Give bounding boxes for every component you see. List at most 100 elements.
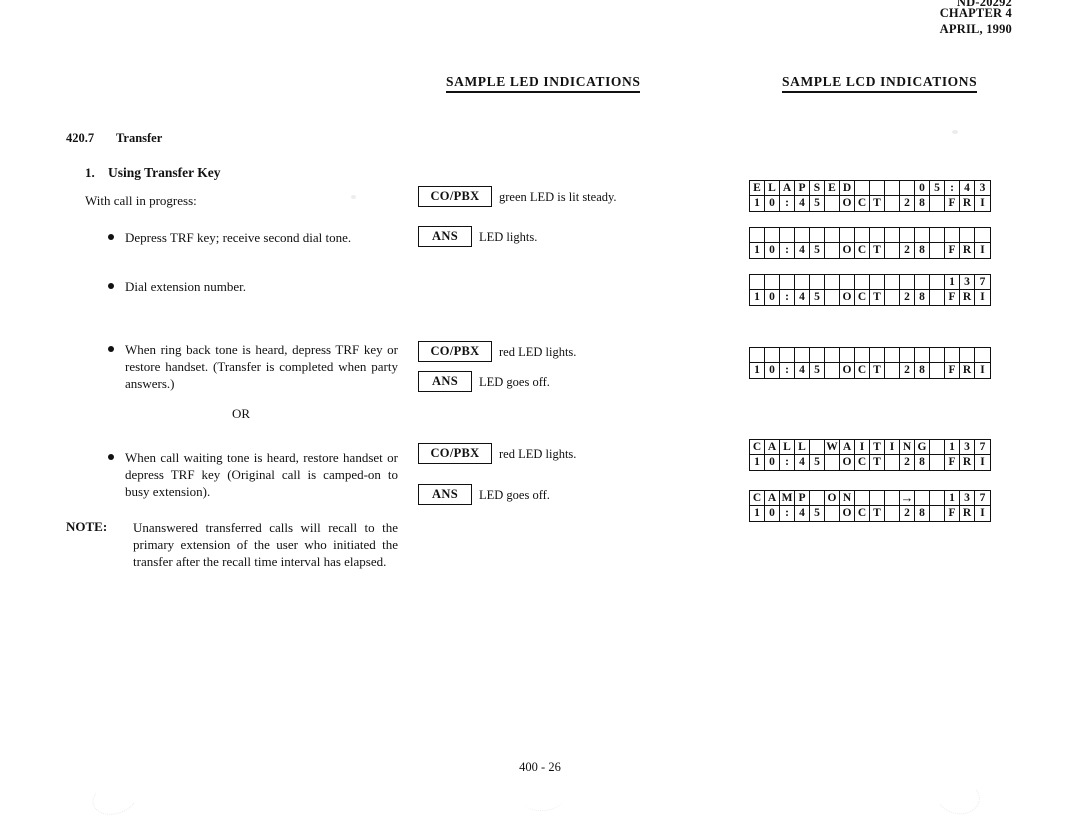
lcd-cell: A [765, 491, 780, 506]
lcd-cell [900, 228, 915, 243]
lcd-cell [870, 228, 885, 243]
lcd-cell: 4 [795, 290, 810, 305]
lcd-cell [915, 228, 930, 243]
bullet-dot-icon [108, 283, 114, 289]
lcd-cell: 2 [900, 243, 915, 258]
lcd-cell: 8 [915, 196, 930, 211]
lcd-cell [960, 228, 975, 243]
lcd-cell: C [855, 196, 870, 211]
document-header: ND-20292 CHAPTER 4 APRIL, 1990 [940, 0, 1012, 37]
lcd-cell: A [780, 181, 795, 196]
led-indication-row: CO/PBX green LED is lit steady. [418, 186, 617, 207]
lcd-cell [855, 228, 870, 243]
led-key-label: ANS [418, 226, 472, 247]
lcd-cell: N [900, 440, 915, 455]
item-title: Using Transfer Key [108, 165, 221, 180]
lcd-cell: 5 [810, 290, 825, 305]
lcd-cell [870, 491, 885, 506]
list-item-text: When ring back tone is heard, depress TR… [125, 342, 398, 391]
lcd-cell: 0 [765, 363, 780, 378]
lcd-line-2: 10:45OCT28FRI [750, 363, 990, 378]
lcd-cell: E [750, 181, 765, 196]
lcd-cell: F [945, 243, 960, 258]
lcd-cell: T [870, 196, 885, 211]
lcd-cell: R [960, 290, 975, 305]
lcd-cell: C [855, 363, 870, 378]
lcd-cell: 4 [795, 455, 810, 470]
lcd-cell [900, 181, 915, 196]
lcd-cell: S [810, 181, 825, 196]
led-indication-group: CO/PBX red LED lights. ANS LED goes off. [418, 341, 576, 401]
lcd-cell: 1 [750, 506, 765, 521]
lcd-cell: R [960, 506, 975, 521]
lcd-cell [855, 181, 870, 196]
list-item: Depress TRF key; receive second dial ton… [108, 229, 398, 246]
led-indication-group: CO/PBX red LED lights. ANS LED goes off. [418, 443, 576, 514]
lcd-line-2: 10:45OCT28FRI [750, 455, 990, 470]
lcd-cell: C [750, 440, 765, 455]
lcd-cell: F [945, 363, 960, 378]
camp-on-display: C A M P O N → 1 3 7 1 0:4 5 O C T 2 8 F R I [749, 490, 991, 522]
lcd-cell: 5 [930, 181, 945, 196]
lcd-cell: G [915, 440, 930, 455]
lcd-cell [810, 228, 825, 243]
lcd-cell: L [780, 440, 795, 455]
list-item-text: When call waiting tone is heard, restore… [125, 450, 398, 499]
lcd-cell: T [870, 506, 885, 521]
lcd-cell: F [945, 196, 960, 211]
lcd-line-1: CALLWAITING137 [750, 440, 990, 455]
lcd-cell: L [765, 181, 780, 196]
lcd-cell [930, 275, 945, 290]
lcd-cell: O [840, 196, 855, 211]
lcd-cell [975, 348, 990, 363]
lcd-cell: O [825, 491, 840, 506]
lcd-cell [765, 348, 780, 363]
lcd-cell [930, 348, 945, 363]
lcd-cell: 2 [900, 506, 915, 521]
lcd-cell [975, 228, 990, 243]
lcd-cell [825, 348, 840, 363]
lcd-cell [825, 196, 840, 211]
lcd-cell: 7 [975, 440, 990, 455]
led-state-description: LED lights. [479, 229, 538, 244]
lcd-cell: 3 [960, 491, 975, 506]
lcd-cell [945, 348, 960, 363]
call-waiting-display: CALLWAITING13710:45OCT28FRI [749, 439, 991, 471]
lcd-cell: 0 [765, 290, 780, 305]
lcd-line-2: 10:45OCT28FRI [750, 196, 990, 211]
lcd-cell: P [795, 491, 810, 506]
lcd-cell [810, 491, 825, 506]
lcd-cell: O [840, 506, 855, 521]
list-item-text: Dial extension number. [125, 279, 246, 294]
lcd-cell: C [855, 455, 870, 470]
lcd-line-1 [750, 228, 990, 243]
lcd-cell [780, 348, 795, 363]
lcd-cell: 3 [960, 440, 975, 455]
lcd-cell: D [840, 181, 855, 196]
lcd-cell: P [795, 181, 810, 196]
lcd-cell: : [780, 506, 795, 521]
lcd-cell [825, 275, 840, 290]
lcd-cell: 2 [900, 290, 915, 305]
lcd-cell: : [780, 363, 795, 378]
lcd-line-1 [750, 348, 990, 363]
lcd-cell: O [840, 363, 855, 378]
lcd-cell: 4 [795, 243, 810, 258]
lcd-cell: T [870, 290, 885, 305]
lcd-cell: 8 [915, 290, 930, 305]
lcd-cell: 1 [945, 440, 960, 455]
lcd-cell [840, 228, 855, 243]
lcd-cell: O [840, 290, 855, 305]
chapter-label: CHAPTER 4 [939, 6, 1012, 20]
lcd-cell [885, 181, 900, 196]
lcd-cell [750, 348, 765, 363]
lcd-cell: 2 [900, 455, 915, 470]
lcd-cell: 4 [795, 363, 810, 378]
lcd-cell [825, 363, 840, 378]
or-separator: OR [232, 406, 251, 421]
elapsed-time-display: ELAPSED05:4310:45OCT28FRI [749, 180, 991, 212]
lcd-cell [960, 348, 975, 363]
lcd-cell [855, 491, 870, 506]
arrow-icon: → [900, 491, 915, 506]
lcd-cell [885, 455, 900, 470]
